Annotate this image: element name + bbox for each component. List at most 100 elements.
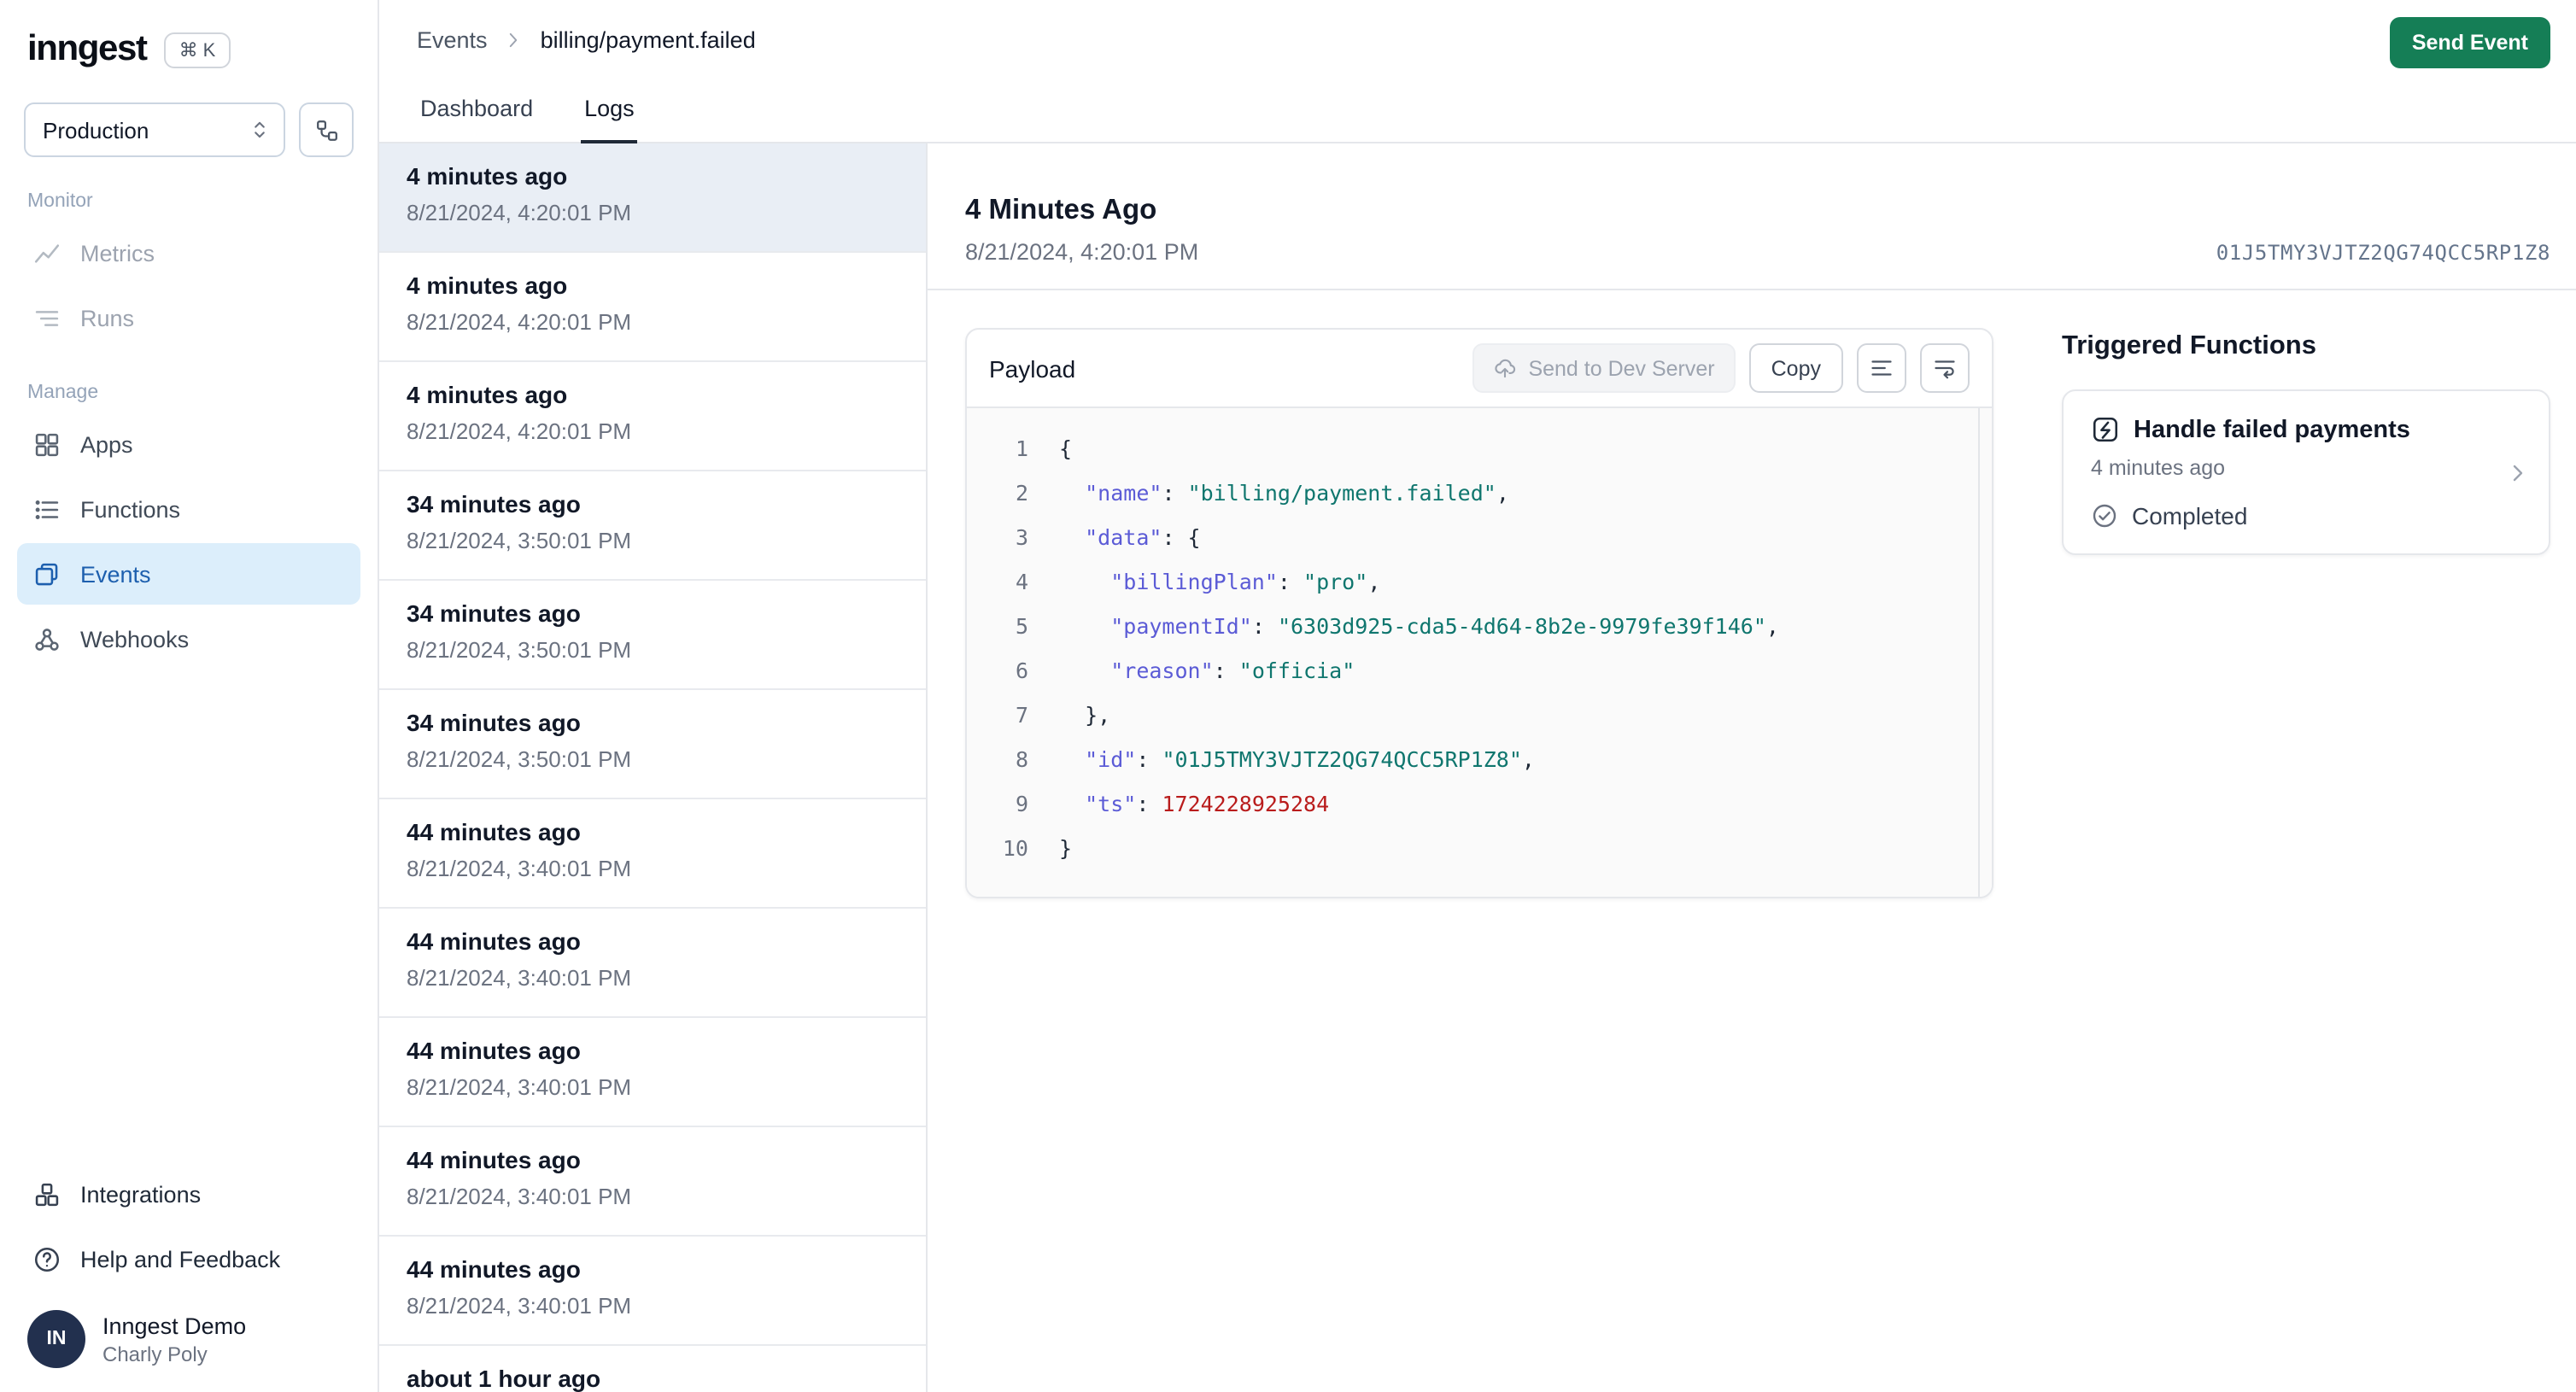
sidebar-item-apps[interactable]: Apps: [17, 413, 360, 475]
event-list-item[interactable]: 44 minutes ago 8/21/2024, 3:40:01 PM: [379, 909, 926, 1018]
sidebar-item-label: Apps: [80, 431, 133, 457]
event-title: about 1 hour ago: [407, 1365, 601, 1392]
event-title: 34 minutes ago: [407, 709, 581, 736]
copy-button[interactable]: Copy: [1748, 343, 1843, 393]
logo-row: inngest ⌘ K: [0, 20, 378, 79]
line-number: 1: [1015, 435, 1028, 460]
environment-settings-button[interactable]: [299, 102, 354, 157]
event-title: 4 minutes ago: [407, 272, 568, 299]
sidebar-item-events[interactable]: Events: [17, 543, 360, 605]
tabs: Dashboard Logs: [417, 96, 638, 143]
event-timestamp: 8/21/2024, 3:50:01 PM: [407, 637, 632, 663]
tab-dashboard[interactable]: Dashboard: [417, 96, 536, 142]
code-line: 10}: [967, 825, 1992, 869]
code-text: },: [1059, 701, 1111, 727]
send-to-dev-server-button[interactable]: Send to Dev Server: [1472, 343, 1736, 393]
nav-section-label: Monitor: [27, 191, 93, 212]
events-icon: [32, 559, 61, 588]
breadcrumb-chevron-icon: [503, 29, 525, 51]
tab-logs[interactable]: Logs: [581, 96, 638, 143]
command-k-shortcut[interactable]: ⌘ K: [163, 32, 231, 67]
event-timestamp: 8/21/2024, 3:50:01 PM: [407, 746, 632, 772]
line-number: 7: [1015, 701, 1028, 727]
flow-icon: [313, 117, 339, 143]
breadcrumb-parent[interactable]: Events: [417, 27, 488, 53]
event-title: 44 minutes ago: [407, 1146, 581, 1173]
send-event-button[interactable]: Send Event: [2389, 17, 2550, 68]
triggered-function-card[interactable]: Handle failed payments 4 minutes ago Compl…: [2062, 389, 2550, 555]
detail-header-left: 4 Minutes Ago 8/21/2024, 4:20:01 PM: [965, 195, 1198, 265]
code-text: "name": "billing/payment.failed",: [1085, 479, 1509, 505]
event-list-item[interactable]: 34 minutes ago 8/21/2024, 3:50:01 PM: [379, 581, 926, 690]
sidebar-nav: Monitor Metrics Runs Manage Apps Functions Eve…: [0, 191, 378, 670]
event-list-item[interactable]: 4 minutes ago 8/21/2024, 4:20:01 PM: [379, 253, 926, 362]
line-number: 4: [1015, 568, 1028, 594]
payload-title: Payload: [989, 354, 1076, 382]
environment-row: Production: [24, 102, 354, 157]
runs-icon: [32, 303, 61, 332]
line-number: 10: [1002, 834, 1028, 860]
environment-select-value: Production: [43, 117, 149, 143]
code-line: 4 "billingPlan": "pro",: [967, 559, 1992, 603]
function-name: Handle failed payments: [2134, 416, 2410, 443]
payload-header: Payload Send to Dev Server Copy: [967, 330, 1992, 408]
sidebar-item-integrations[interactable]: Integrations: [17, 1163, 360, 1225]
wrap-text-button[interactable]: [1920, 343, 1970, 393]
event-title: 34 minutes ago: [407, 490, 581, 518]
payload-code: 1{2 "name": "billing/payment.failed", 3 "…: [967, 408, 1992, 897]
code-line: 1{: [967, 425, 1992, 470]
triggered-list: Handle failed payments 4 minutes ago Compl…: [2062, 389, 2550, 555]
metrics-icon: [32, 238, 61, 267]
apps-icon: [32, 430, 61, 459]
user-row[interactable]: IN Inngest Demo Charly Poly: [0, 1293, 378, 1389]
chevron-updown-icon: [248, 118, 272, 142]
content: 4 minutes ago 8/21/2024, 4:20:01 PM 4 minu…: [379, 143, 2576, 1392]
line-number: 8: [1015, 746, 1028, 771]
event-title: 44 minutes ago: [407, 1255, 581, 1283]
align-left-button[interactable]: [1857, 343, 1906, 393]
avatar: IN: [27, 1310, 85, 1368]
event-list-item[interactable]: about 1 hour ago: [379, 1346, 926, 1392]
event-list-item[interactable]: 4 minutes ago 8/21/2024, 4:20:01 PM: [379, 362, 926, 471]
sidebar-item-label: Events: [80, 561, 151, 587]
event-title: 44 minutes ago: [407, 927, 581, 955]
event-list: 4 minutes ago 8/21/2024, 4:20:01 PM 4 minu…: [379, 143, 928, 1392]
event-list-item[interactable]: 34 minutes ago 8/21/2024, 3:50:01 PM: [379, 690, 926, 799]
code-line: 8 "id": "01J5TMY3VJTZ2QG74QCC5RP1Z8",: [967, 736, 1992, 781]
sidebar-item-webhooks[interactable]: Webhooks: [17, 608, 360, 670]
event-list-item[interactable]: 34 minutes ago 8/21/2024, 3:50:01 PM: [379, 471, 926, 581]
code-text: "paymentId": "6303d925-cda5-4d64-8b2e-99…: [1110, 612, 1779, 638]
code-line: 2 "name": "billing/payment.failed",: [967, 470, 1992, 514]
sidebar-item-metrics[interactable]: Metrics: [17, 222, 360, 284]
sidebar-item-label: Functions: [80, 496, 181, 522]
event-list-item[interactable]: 44 minutes ago 8/21/2024, 3:40:01 PM: [379, 799, 926, 909]
sidebar-footer-nav: Integrations Help and Feedback: [0, 1163, 378, 1290]
sidebar-item-functions[interactable]: Functions: [17, 478, 360, 540]
sidebar-item-runs[interactable]: Runs: [17, 287, 360, 348]
event-list-item[interactable]: 44 minutes ago 8/21/2024, 3:40:01 PM: [379, 1237, 926, 1346]
event-title: 44 minutes ago: [407, 818, 581, 845]
environment-select[interactable]: Production: [24, 102, 285, 157]
event-title: 4 minutes ago: [407, 162, 568, 190]
event-timestamp: 8/21/2024, 3:40:01 PM: [407, 1074, 632, 1100]
code-line: 6 "reason": "officia": [967, 647, 1992, 692]
send-to-dev-server-label: Send to Dev Server: [1528, 356, 1715, 380]
event-timestamp: 8/21/2024, 3:50:01 PM: [407, 528, 632, 553]
code-text: "ts": 1724228925284: [1085, 790, 1330, 816]
event-list-item[interactable]: 44 minutes ago 8/21/2024, 3:40:01 PM: [379, 1127, 926, 1237]
breadcrumb: Events billing/payment.failed: [417, 0, 2576, 53]
line-number: 9: [1015, 790, 1028, 816]
triggered-functions-title: Triggered Functions: [2062, 331, 2316, 360]
sidebar-item-help-and-feedback[interactable]: Help and Feedback: [17, 1228, 360, 1290]
detail-title: 4 Minutes Ago: [965, 195, 1157, 225]
sidebar-item-label: Runs: [80, 305, 135, 330]
code-scrollbar[interactable]: [1978, 408, 1980, 897]
event-title: 4 minutes ago: [407, 381, 568, 408]
align-left-icon: [1869, 355, 1894, 381]
chevron-right-icon[interactable]: [2504, 459, 2532, 486]
event-list-item[interactable]: 44 minutes ago 8/21/2024, 3:40:01 PM: [379, 1018, 926, 1127]
event-list-item[interactable]: 4 minutes ago 8/21/2024, 4:20:01 PM: [379, 143, 926, 253]
inngest-app: inngest ⌘ K Production Monitor Metrics Run…: [0, 0, 2576, 1392]
user-subtitle: Charly Poly: [102, 1342, 208, 1366]
event-timestamp: 8/21/2024, 3:40:01 PM: [407, 856, 632, 881]
